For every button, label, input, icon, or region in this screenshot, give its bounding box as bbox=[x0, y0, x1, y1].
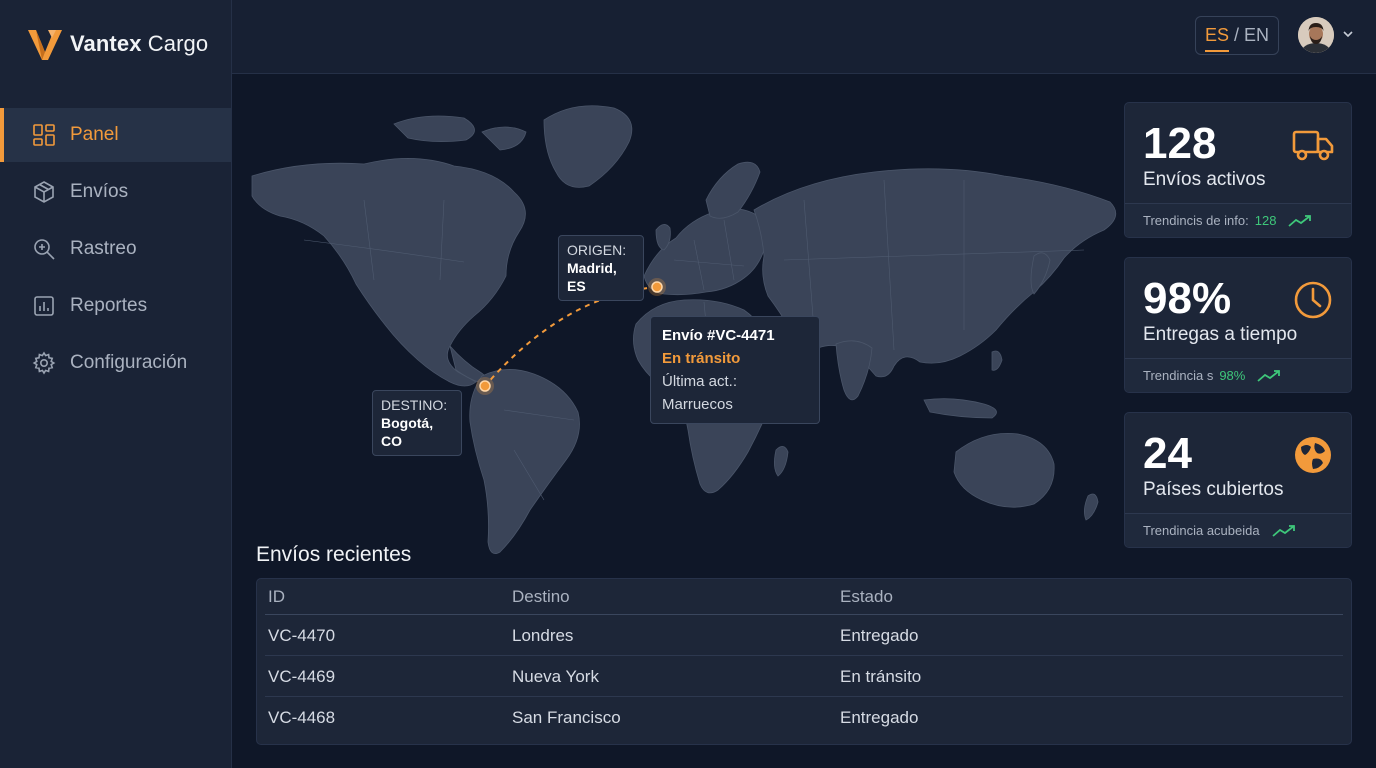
sidebar-item-rastreo[interactable]: Rastreo bbox=[0, 222, 231, 276]
shipment-last-update: Última act.: Marruecos bbox=[662, 373, 738, 413]
column-header-id[interactable]: ID bbox=[268, 587, 285, 607]
sidebar-item-panel[interactable]: Panel bbox=[0, 108, 231, 162]
cell-estado: Entregado bbox=[840, 707, 919, 727]
dashboard-icon bbox=[33, 124, 55, 146]
stat-value: 128 bbox=[1143, 119, 1217, 168]
lang-en[interactable]: EN bbox=[1244, 25, 1269, 46]
stat-value: 24 bbox=[1143, 429, 1192, 478]
box-icon bbox=[34, 181, 54, 203]
stat-label: Países cubiertos bbox=[1143, 479, 1284, 500]
report-icon bbox=[34, 296, 54, 316]
top-header: ES / EN bbox=[232, 0, 1376, 74]
scandinavia-shape bbox=[705, 161, 761, 219]
table-row[interactable]: VC-4469 Nueva York En tránsito bbox=[257, 656, 1351, 697]
language-switcher[interactable]: ES / EN bbox=[1195, 16, 1279, 55]
trend-text: Trendincis de info: bbox=[1143, 213, 1249, 228]
column-header-destino[interactable]: Destino bbox=[512, 587, 570, 607]
stat-label: Envíos activos bbox=[1143, 169, 1266, 190]
column-header-estado[interactable]: Estado bbox=[840, 587, 893, 607]
globe-icon bbox=[1295, 437, 1331, 473]
india-shape bbox=[835, 340, 873, 401]
sidebar-item-envios[interactable]: Envíos bbox=[0, 165, 231, 219]
madagascar-shape bbox=[774, 446, 789, 477]
trend-up-icon bbox=[1257, 369, 1281, 382]
shipment-status: En tránsito bbox=[662, 350, 741, 367]
shipment-title: Envío #VC-4471 bbox=[662, 327, 775, 344]
cell-destino: Nueva York bbox=[512, 666, 599, 686]
brand[interactable]: Vantex Cargo bbox=[26, 26, 208, 62]
cell-destino: San Francisco bbox=[512, 707, 621, 727]
stat-card-active-shipments[interactable]: 128 Envíos activos Trendincis de info: 1… bbox=[1124, 102, 1352, 238]
sidebar: Vantex Cargo Panel Envíos Rastreo Report… bbox=[0, 0, 232, 768]
gear-icon bbox=[32, 351, 56, 375]
philippines-shape bbox=[991, 350, 1003, 371]
north-america-shape bbox=[251, 158, 526, 387]
recent-shipments-title: Envíos recientes bbox=[256, 543, 412, 566]
table-header: ID Destino Estado bbox=[257, 579, 1351, 615]
vantex-logo-icon bbox=[28, 30, 62, 60]
chevron-down-icon[interactable] bbox=[1342, 28, 1354, 40]
sidebar-item-label: Envíos bbox=[70, 181, 129, 202]
cell-destino: Londres bbox=[512, 625, 574, 645]
cell-estado: En tránsito bbox=[840, 666, 922, 686]
origin-place: Madrid, ES bbox=[567, 260, 617, 294]
arctic-islands-shape-2 bbox=[481, 126, 527, 151]
sidebar-item-label: Reportes bbox=[70, 295, 148, 316]
stat-trend: Trendincia acubeida bbox=[1125, 513, 1351, 547]
sidebar-item-label: Configuración bbox=[70, 352, 188, 373]
stat-card-on-time[interactable]: 98% Entregas a tiempo Trendincia s 98% bbox=[1124, 257, 1352, 393]
shipment-tooltip[interactable]: Envío #VC-4471 En tránsito Última act.: … bbox=[650, 316, 820, 424]
indonesia-shape bbox=[923, 398, 997, 419]
sidebar-item-label: Rastreo bbox=[70, 238, 137, 259]
sidebar-item-label: Panel bbox=[70, 124, 119, 145]
trend-value: 128 bbox=[1254, 213, 1277, 228]
destination-label: DESTINO: bbox=[381, 397, 448, 413]
cell-id: VC-4469 bbox=[268, 666, 336, 686]
trend-text: Trendincia acubeida bbox=[1143, 523, 1260, 538]
origin-tooltip: ORIGEN: Madrid, ES bbox=[558, 235, 644, 301]
trend-up-icon bbox=[1288, 214, 1312, 227]
user-avatar-icon bbox=[1298, 17, 1334, 53]
sidebar-item-configuracion[interactable]: Configuración bbox=[0, 336, 231, 390]
table-row[interactable]: VC-4468 San Francisco Entregado bbox=[257, 697, 1351, 738]
trend-text: Trendincia s bbox=[1143, 368, 1214, 383]
south-america-shape bbox=[469, 369, 580, 555]
search-track-icon bbox=[34, 239, 55, 260]
avatar[interactable] bbox=[1298, 17, 1334, 53]
stat-trend: Trendincis de info: 128 bbox=[1125, 203, 1351, 237]
table-row[interactable]: VC-4470 Londres Entregado bbox=[257, 615, 1351, 656]
new-zealand-shape bbox=[1084, 493, 1099, 521]
lang-es[interactable]: ES bbox=[1204, 25, 1229, 52]
australia-shape bbox=[953, 433, 1055, 508]
brand-name: Vantex Cargo bbox=[70, 31, 209, 56]
greenland-shape bbox=[543, 105, 633, 188]
arctic-islands-shape bbox=[393, 115, 475, 142]
cell-id: VC-4468 bbox=[268, 707, 336, 727]
destination-place: Bogotá, CO bbox=[381, 415, 434, 449]
destination-tooltip: DESTINO: Bogotá, CO bbox=[372, 390, 462, 456]
sidebar-nav: Panel Envíos Rastreo Reportes Configurac… bbox=[0, 108, 231, 393]
recent-shipments-table: ID Destino Estado VC-4470 Londres Entreg… bbox=[256, 578, 1352, 745]
truck-icon bbox=[1292, 130, 1334, 161]
cell-id: VC-4470 bbox=[268, 625, 336, 645]
clock-icon bbox=[1294, 281, 1332, 319]
stat-trend: Trendincia s 98% bbox=[1125, 358, 1351, 392]
trend-up-icon bbox=[1272, 524, 1295, 537]
stat-label: Entregas a tiempo bbox=[1143, 324, 1298, 345]
stat-card-countries[interactable]: 24 Países cubiertos Trendincia acubeida bbox=[1124, 412, 1352, 548]
stat-value: 98% bbox=[1143, 274, 1232, 323]
trend-value: 98% bbox=[1219, 368, 1246, 383]
cell-estado: Entregado bbox=[840, 625, 919, 645]
origin-label: ORIGEN: bbox=[567, 242, 627, 258]
sidebar-item-reportes[interactable]: Reportes bbox=[0, 279, 231, 333]
lang-separator: / bbox=[1233, 25, 1239, 45]
